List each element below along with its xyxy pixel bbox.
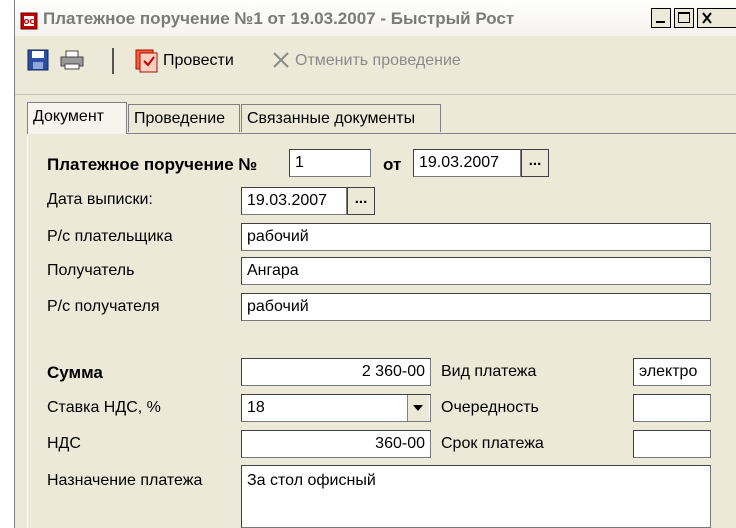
post-button[interactable]: Провести xyxy=(133,40,245,80)
priority-field[interactable] xyxy=(633,394,711,422)
recipient-field[interactable]: Ангара xyxy=(241,257,711,285)
post-label: Провести xyxy=(163,52,234,69)
minimize-icon xyxy=(656,21,665,23)
post-document-icon xyxy=(135,49,158,73)
tab-related-documents[interactable]: Связанные документы xyxy=(241,104,441,132)
toolbar: Провести Отменить проведение xyxy=(15,40,736,80)
recipient-account-field[interactable]: рабочий xyxy=(241,293,711,321)
priority-label: Очередность xyxy=(441,399,539,416)
tab-posting[interactable]: Проведение xyxy=(128,104,240,132)
save-icon[interactable] xyxy=(27,49,49,71)
due-label: Срок платежа xyxy=(441,435,544,452)
order-date-picker-button[interactable]: ... xyxy=(521,149,549,177)
cancel-post-label: Отменить проведение xyxy=(295,52,461,69)
sum-field[interactable]: 2 360-00 xyxy=(241,358,431,386)
vat-label: НДС xyxy=(47,435,81,452)
recipient-label: Получатель xyxy=(47,262,135,279)
svg-text:ОС: ОС xyxy=(23,18,34,26)
order-number-label: Платежное поручение № xyxy=(47,155,258,174)
payment-type-field[interactable]: электро xyxy=(633,358,711,386)
recipient-account-label: Р/с получателя xyxy=(47,298,160,315)
payer-account-field[interactable]: рабочий xyxy=(241,223,711,251)
payment-type-label: Вид платежа xyxy=(441,363,537,380)
payer-account-label: Р/с плательщика xyxy=(47,228,173,245)
due-field[interactable] xyxy=(633,430,711,458)
from-label: от xyxy=(383,155,402,174)
vat-rate-value: 18 xyxy=(247,399,265,416)
vat-rate-select[interactable]: 18 xyxy=(241,394,431,422)
document-icon: ОС xyxy=(20,12,38,30)
purpose-textarea[interactable]: За стол офисный xyxy=(241,465,711,528)
close-x-icon xyxy=(273,52,289,68)
order-date-field[interactable]: 19.03.2007 xyxy=(413,149,521,177)
title-bar: ОС Платежное поручение №1 от 19.03.2007 … xyxy=(15,0,736,36)
vat-field[interactable]: 360-00 xyxy=(241,430,431,458)
vat-rate-dropdown-button[interactable] xyxy=(407,395,429,421)
vat-rate-label: Ставка НДС, % xyxy=(47,399,161,416)
statement-date-picker-button[interactable]: ... xyxy=(347,187,375,215)
statement-date-field[interactable]: 19.03.2007 xyxy=(241,187,347,215)
toolbar-separator xyxy=(112,48,114,74)
close-icon xyxy=(702,12,712,24)
minimize-button[interactable] xyxy=(651,8,671,28)
purpose-label: Назначение платежа xyxy=(47,472,203,489)
maximize-icon xyxy=(678,12,690,23)
print-icon[interactable] xyxy=(59,49,85,71)
tab-document[interactable]: Документ xyxy=(27,102,127,134)
cancel-post-button[interactable]: Отменить проведение xyxy=(271,40,491,80)
maximize-button[interactable] xyxy=(674,8,694,28)
payment-order-window: ОС Платежное поручение №1 от 19.03.2007 … xyxy=(14,0,736,528)
close-button[interactable] xyxy=(697,8,736,28)
chevron-down-icon xyxy=(413,405,423,411)
order-number-field[interactable]: 1 xyxy=(289,149,371,177)
statement-date-label: Дата выписки: xyxy=(47,191,153,208)
sum-label: Сумма xyxy=(47,363,103,382)
window-title: Платежное поручение №1 от 19.03.2007 - Б… xyxy=(43,9,515,28)
